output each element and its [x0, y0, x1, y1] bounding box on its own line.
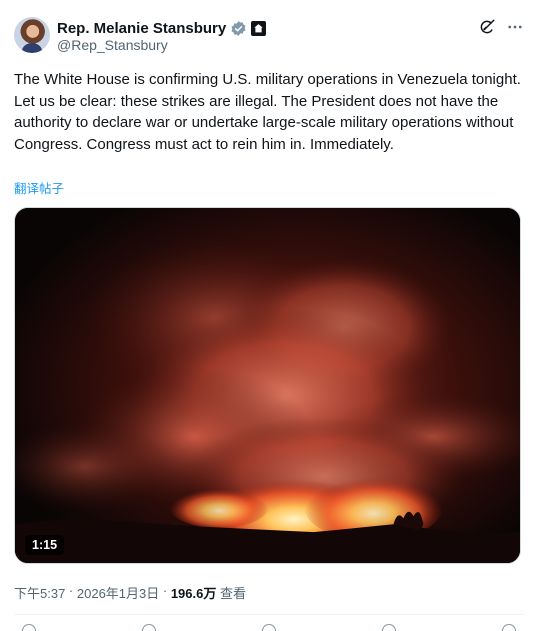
handle[interactable]: @Rep_Stansbury — [57, 37, 168, 53]
post-header: Rep. Melanie Stansbury @Rep_Stansbury — [0, 0, 538, 62]
meta-separator: · — [65, 583, 77, 598]
divider — [14, 614, 524, 615]
share-icon[interactable] — [502, 624, 516, 631]
like-icon[interactable] — [262, 624, 276, 631]
bookmark-icon[interactable] — [382, 624, 396, 631]
verified-icon[interactable] — [230, 20, 247, 37]
post-text: The White House is confirming U.S. milit… — [14, 71, 526, 153]
reply-icon[interactable] — [22, 624, 36, 631]
video-player[interactable] — [14, 207, 521, 564]
repost-icon[interactable] — [142, 624, 156, 631]
government-badge-icon[interactable] — [251, 20, 267, 36]
video-duration: 1:15 — [25, 535, 65, 555]
avatar[interactable] — [14, 17, 50, 53]
meta-separator: · — [159, 583, 171, 598]
post-date[interactable]: 2026年1月3日 — [77, 583, 159, 602]
views-count: 196.6万 — [170, 586, 217, 601]
video-frame — [15, 208, 520, 563]
display-name[interactable]: Rep. Melanie Stansbury — [57, 20, 226, 37]
more-icon[interactable] — [506, 18, 524, 36]
grok-icon[interactable] — [478, 18, 496, 36]
post-meta: 下午5:37 · 2026年1月3日 · 196.6万 查看 — [14, 583, 246, 602]
views-label: 查看 — [216, 586, 246, 601]
post-time[interactable]: 下午5:37 — [14, 583, 65, 602]
name-row: Rep. Melanie Stansbury — [57, 18, 267, 38]
translate-post-link[interactable]: 翻译帖子 — [14, 178, 64, 197]
